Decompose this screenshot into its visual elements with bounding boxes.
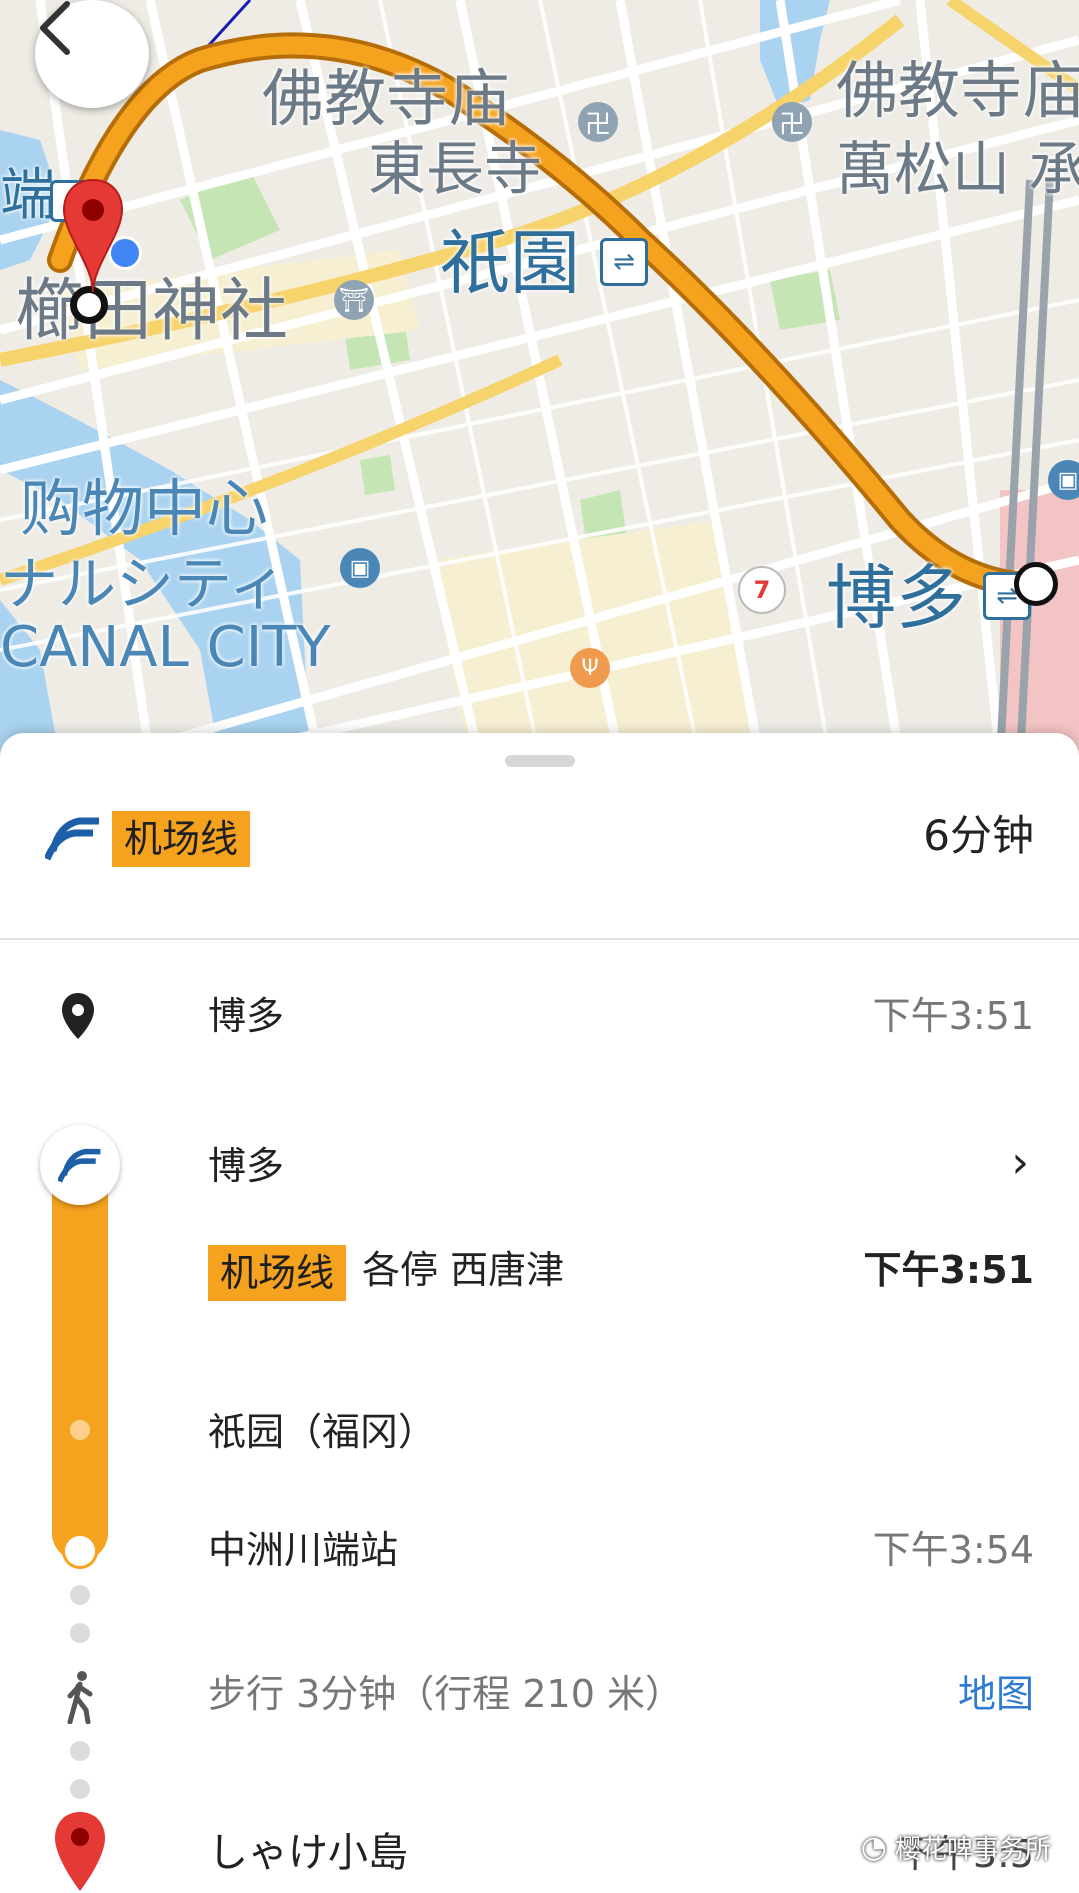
drag-handle[interactable] (505, 755, 575, 767)
map-label-temple: 佛教寺庙 (836, 54, 1079, 127)
back-arrow-icon (40, 1, 70, 55)
depart-time: 下午3:51 (863, 1248, 1034, 1292)
shrine-icon[interactable]: ⛩ (334, 280, 374, 320)
shopping-bag-icon[interactable]: ▣ (340, 548, 380, 588)
destination-pin-icon[interactable] (60, 176, 126, 296)
watermark-text: 樱花啤事务所 (894, 1835, 1051, 1865)
walk-dot (70, 1623, 90, 1643)
route-end-marker (1014, 562, 1058, 606)
convenience-store-icon[interactable]: 7 (738, 566, 786, 614)
intermediate-stop-dot (70, 1420, 90, 1440)
transit-line-icon (58, 1148, 101, 1183)
line-direction: 各停 西唐津 (362, 1248, 565, 1292)
walk-dot (70, 1585, 90, 1605)
directions-sheet: 机场线 6分钟 博多 下午3:51 博多 › 机场线 各停 西唐津 下午3:51… (0, 733, 1079, 1893)
start-time: 下午3:51 (872, 994, 1034, 1038)
walk-dot (70, 1779, 90, 1799)
map-label-station: 博多 (826, 557, 966, 639)
location-pin-icon (62, 993, 94, 1039)
intermediate-stop-name: 祇园（福冈） (208, 1410, 437, 1454)
transit-line-icon (45, 817, 99, 861)
map-label-temple-name: 東長寺 (368, 135, 543, 203)
alight-time: 下午3:54 (872, 1528, 1034, 1572)
restaurant-icon[interactable]: Ψ (570, 648, 610, 688)
walking-person-icon (67, 1671, 93, 1724)
map-label-station: 端 (0, 163, 56, 228)
back-button[interactable] (35, 0, 149, 108)
map-label-mall-name: ナルシティ (0, 550, 287, 618)
temple-icon[interactable]: 卍 (578, 102, 618, 142)
transit-segment-bar (52, 1166, 108, 1561)
divider (0, 938, 1079, 940)
map-label-station: 祇園 (440, 222, 580, 304)
start-stop-name: 博多 (208, 994, 285, 1038)
subway-station-icon[interactable]: ⇌ (600, 238, 648, 286)
alight-stop-dot (62, 1533, 98, 1569)
trip-duration: 6分钟 (923, 811, 1034, 860)
walk-summary: 步行 3分钟（行程 210 米） (208, 1672, 683, 1716)
temple-icon[interactable]: 卍 (772, 102, 812, 142)
map-label-temple-name: 萬松山 承 (836, 135, 1079, 203)
destination-name: しゃけ小島 (208, 1830, 408, 1876)
map-link[interactable]: 地图 (958, 1675, 1034, 1713)
boarding-stop-name[interactable]: 博多 (208, 1147, 284, 1185)
map-label-temple: 佛教寺庙 (262, 62, 511, 135)
map-label-shrine: 櫛田神社 (16, 272, 289, 351)
line-badge: 机场线 (112, 811, 251, 867)
map-label-mall-name-en: CANAL CITY (0, 615, 331, 680)
chevron-right-icon[interactable]: › (1011, 1141, 1029, 1185)
map-label-mall: 购物中心 (20, 472, 269, 545)
walk-dot (70, 1741, 90, 1761)
line-badge: 机场线 (208, 1245, 347, 1301)
boarding-station-icon[interactable] (40, 1125, 120, 1205)
watermark: ◔ 樱花啤事务所 (861, 1829, 1051, 1866)
map-view[interactable]: 佛教寺庙 東長寺 佛教寺庙 萬松山 承 祇園 櫛田神社 端 购物中心 ナルシティ… (0, 0, 1079, 760)
wechat-icon: ◔ (860, 1830, 887, 1865)
alight-stop-name: 中洲川端站 (208, 1528, 399, 1572)
destination-pin-icon (55, 1812, 105, 1891)
